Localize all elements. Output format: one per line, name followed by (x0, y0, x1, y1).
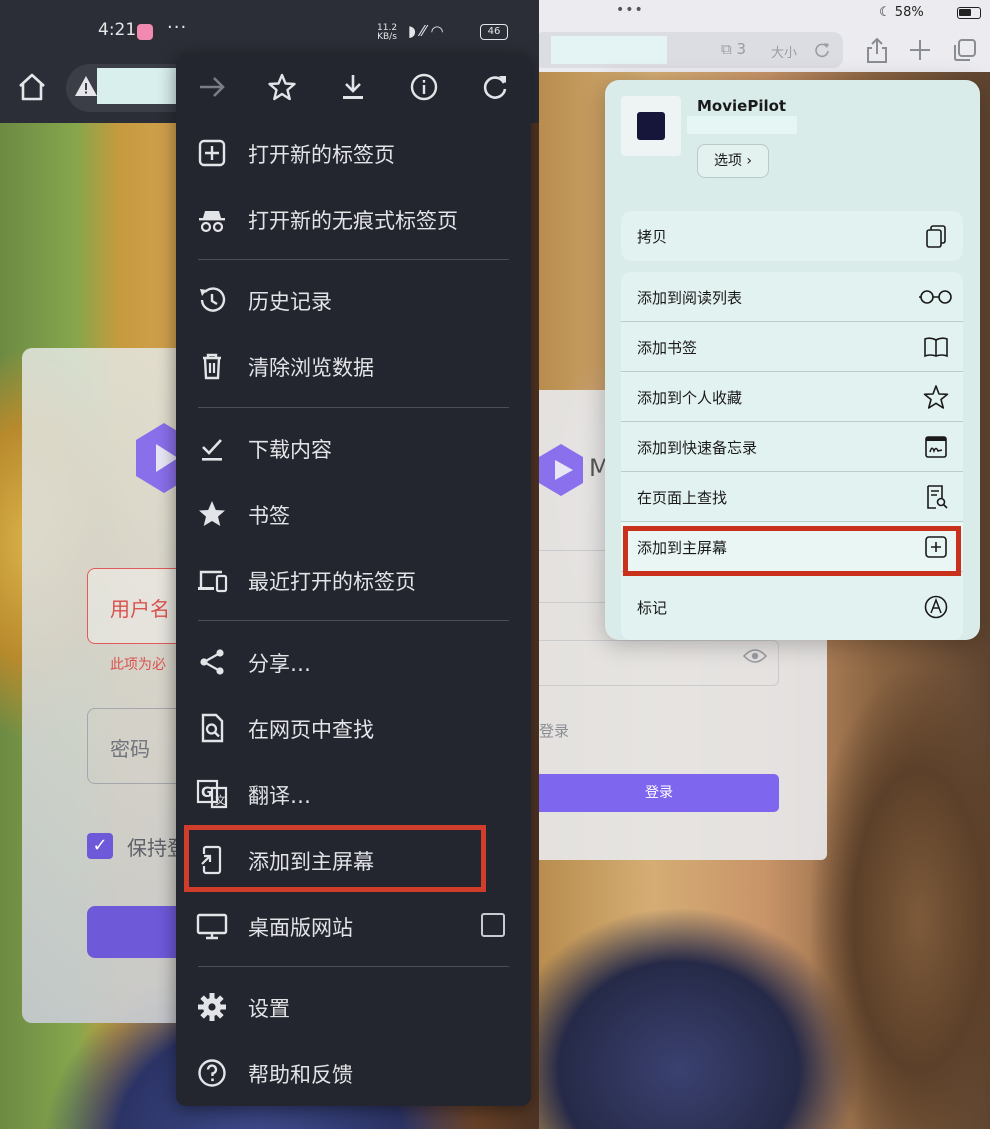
menu-divider (198, 259, 509, 260)
warning-icon (75, 76, 97, 96)
menu-divider (198, 620, 509, 621)
share-markup[interactable]: 标记 (621, 582, 963, 632)
download-icon[interactable] (335, 69, 371, 105)
quick-note-icon (925, 436, 947, 458)
notification-app-icon (137, 24, 153, 40)
menu-downloads[interactable]: 下载内容 (176, 418, 531, 478)
more-notifications-icon: ··· (167, 17, 188, 38)
share-add-favorites[interactable]: 添加到个人收藏 (621, 372, 963, 422)
menu-bookmarks[interactable]: 书签 (176, 484, 531, 544)
home-icon[interactable] (14, 69, 50, 105)
star-filled-icon (199, 501, 225, 526)
share-add-quick-note[interactable]: 添加到快速备忘录 (621, 422, 963, 472)
status-bar: 4:21 ··· 11.2 KB/s ◗ ⁄⁄ ◠ 46 (0, 0, 539, 62)
refresh-icon[interactable] (477, 69, 513, 105)
tabs-overview-icon[interactable] (951, 36, 979, 64)
menu-recent-tabs[interactable]: 最近打开的标签页 (176, 550, 531, 610)
share-add-reading-list[interactable]: 添加到阅读列表 (621, 272, 963, 322)
moviepilot-logo-icon (539, 444, 583, 496)
menu-settings[interactable]: 设置 (176, 977, 531, 1037)
desktop-icon (196, 913, 228, 940)
login-button[interactable]: 登录 (539, 774, 779, 812)
find-in-page-icon (201, 713, 224, 743)
highlight-box (623, 526, 961, 576)
share-icon (200, 649, 224, 675)
share-icon[interactable] (863, 36, 891, 64)
share-find-on-page[interactable]: 在页面上查找 (621, 472, 963, 522)
chrome-overflow-menu: 打开新的标签页 打开新的无痕式标签页 历史记录 清除浏览数据 下载内容 书签 最… (176, 54, 531, 1106)
moviepilot-app-icon (637, 112, 665, 140)
gear-icon (198, 993, 226, 1021)
android-chrome-screen: 用户名 此项为必 密码 ✓ 保持登 4:21 ··· 11.2 KB/s ◗ ⁄… (0, 0, 539, 1129)
menu-divider (198, 966, 509, 967)
multitask-dots-icon[interactable]: ••• (616, 2, 644, 18)
svg-text:文: 文 (215, 793, 226, 807)
menu-history[interactable]: 历史记录 (176, 270, 531, 330)
svg-text:G: G (201, 785, 213, 801)
share-header: MoviePilot 选项 › (605, 80, 980, 190)
info-icon[interactable] (406, 69, 442, 105)
devices-icon (198, 570, 228, 593)
eye-icon[interactable] (743, 648, 767, 664)
refresh-icon[interactable] (813, 41, 831, 59)
highlight-box (184, 825, 486, 892)
menu-desktop-site[interactable]: 桌面版网站 (176, 896, 531, 956)
battery-indicator: 46 (480, 24, 508, 40)
menu-find-in-page[interactable]: 在网页中查找 (176, 698, 531, 758)
signal-wifi-icon: ◗ ⁄⁄ ◠ (408, 22, 444, 40)
menu-translate[interactable]: G文 翻译… (176, 764, 531, 824)
status-icons: ☾ 58% (879, 5, 924, 20)
app-thumbnail (621, 96, 681, 156)
menu-clear-data[interactable]: 清除浏览数据 (176, 336, 531, 396)
share-group-actions: 添加到阅读列表 添加书签 添加到个人收藏 添加到快速备忘录 在页面上查找 添加到… (621, 272, 963, 640)
find-doc-icon (927, 485, 948, 509)
desktop-site-checkbox[interactable] (481, 913, 505, 937)
redacted-url (687, 116, 797, 134)
menu-new-tab[interactable]: 打开新的标签页 (176, 123, 531, 183)
battery-icon (957, 7, 981, 19)
star-outline-icon (923, 385, 949, 409)
trash-icon (203, 353, 221, 380)
translate-icon: G文 (196, 779, 228, 809)
safari-toolbar: ⧉ 3 大小 (539, 28, 990, 72)
username-error: 此项为必 (110, 657, 166, 673)
address-bar[interactable]: ⧉ 3 大小 (539, 32, 843, 68)
status-time: 4:21 (98, 20, 137, 40)
new-tab-plus-icon[interactable] (906, 36, 934, 64)
share-copy[interactable]: 拷贝 (621, 211, 963, 261)
menu-incognito-tab[interactable]: 打开新的无痕式标签页 (176, 189, 531, 249)
redacted-url (551, 36, 667, 64)
status-bar: ••• ☾ 58% (539, 0, 990, 28)
share-add-bookmark[interactable]: 添加书签 (621, 322, 963, 372)
menu-divider (198, 407, 509, 408)
glasses-icon (919, 290, 952, 304)
help-icon (198, 1059, 226, 1087)
download-done-icon (202, 439, 222, 461)
login-label: 登录 (539, 722, 570, 740)
book-icon (924, 337, 948, 358)
markup-pen-icon (924, 595, 948, 619)
remember-checkbox[interactable]: ✓ (87, 833, 113, 859)
wifi-icon: ☾ (879, 5, 895, 20)
menu-help[interactable]: 帮助和反馈 (176, 1043, 531, 1103)
forward-icon[interactable] (194, 69, 230, 105)
share-title: MoviePilot (697, 97, 787, 115)
history-icon (200, 287, 226, 312)
options-button[interactable]: 选项 › (697, 144, 769, 178)
network-speed: 11.2 KB/s (377, 23, 398, 42)
share-group-copy: 拷贝 (621, 211, 963, 261)
incognito-icon (199, 211, 225, 233)
new-tab-icon (198, 139, 226, 167)
copy-icon (926, 225, 946, 248)
star-icon[interactable] (264, 69, 300, 105)
menu-top-icons (176, 54, 531, 124)
text-size-button[interactable]: 大小 (771, 42, 797, 61)
extensions-button[interactable]: ⧉ 3 (721, 40, 746, 58)
menu-share[interactable]: 分享… (176, 632, 531, 692)
